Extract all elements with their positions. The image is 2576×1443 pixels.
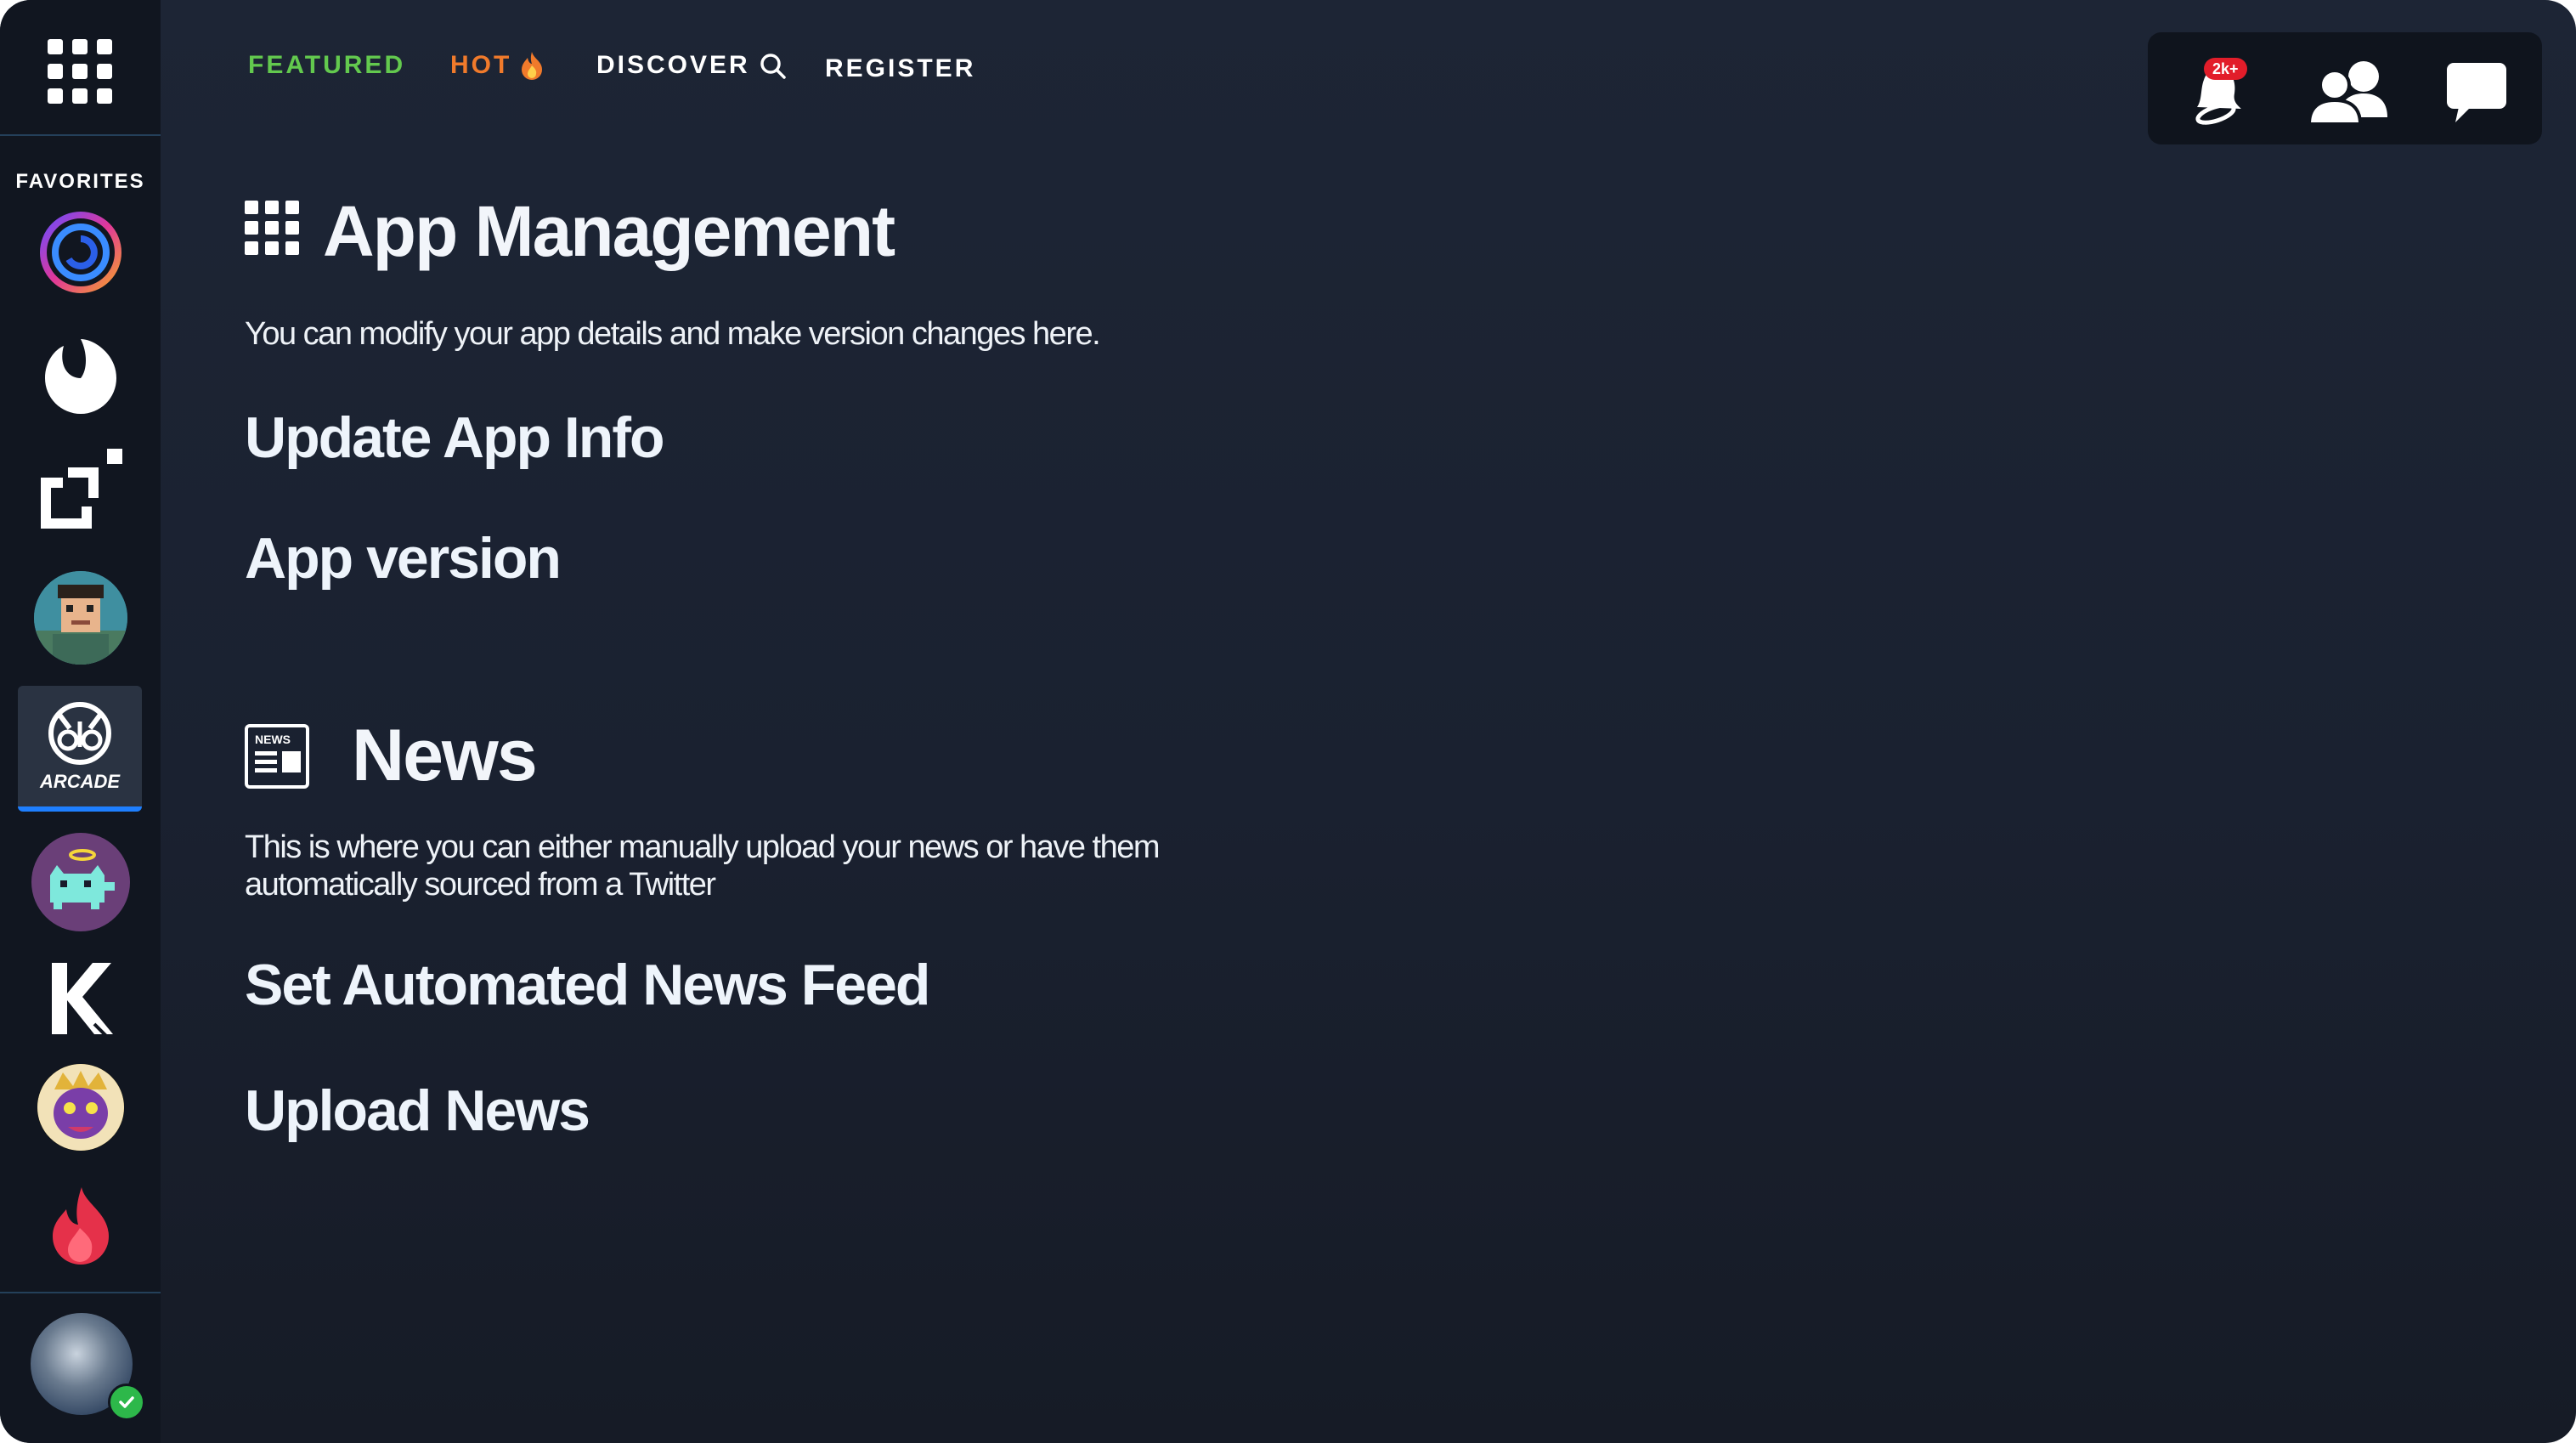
favorite-tiger[interactable] — [37, 1064, 124, 1151]
nav-featured[interactable]: FEATURED — [248, 51, 405, 80]
spiral-app-icon — [40, 212, 121, 293]
flame-app-icon — [53, 1187, 109, 1265]
sidebar: FAVORITES ARCADE — [0, 0, 161, 1443]
favorite-flame-app[interactable] — [34, 1180, 127, 1273]
messages-button[interactable] — [2437, 51, 2522, 127]
news-description-line-2: automatically sourced from a Twitter — [245, 867, 716, 903]
apps-grid-icon[interactable] — [48, 39, 112, 104]
nav-register-label: REGISTER — [825, 54, 976, 82]
chat-bubble-icon — [2447, 63, 2506, 122]
nav-featured-label: FEATURED — [248, 51, 406, 79]
app-management-description: You can modify your app details and make… — [245, 316, 1101, 352]
nav-discover-label: DISCOVER — [596, 51, 750, 79]
app-management-grid-icon — [245, 201, 304, 257]
favorites-label: FAVORITES — [15, 170, 145, 193]
notifications-button[interactable]: 2k+ — [2182, 51, 2267, 127]
friends-icon — [2307, 61, 2387, 126]
arcade-app-icon — [48, 702, 111, 765]
favorite-spiral-app[interactable] — [34, 206, 127, 299]
favorite-pixel-cat[interactable] — [31, 833, 130, 931]
notifications-count-badge: 2k+ — [2204, 58, 2247, 80]
tiger-mask-avatar — [37, 1064, 124, 1151]
nav-hot-label: HOT — [450, 51, 512, 79]
favorite-bracket-app[interactable] — [34, 444, 127, 537]
news-title: News — [352, 715, 538, 796]
bracket-app-icon — [41, 449, 122, 529]
arcade-label: ARCADE — [39, 771, 121, 792]
favorite-pixel-character[interactable] — [34, 571, 127, 665]
app-version-link[interactable]: App version — [245, 525, 562, 591]
news-icon-label: NEWS — [255, 733, 291, 746]
favorite-drop-app[interactable] — [34, 325, 127, 418]
nav-discover[interactable]: DISCOVER — [596, 51, 786, 80]
app-window: FAVORITES ARCADE FEATURED HOT DISCOVER R… — [0, 0, 2576, 1443]
news-icon: NEWS — [245, 724, 309, 789]
top-actions-bar: 2k+ — [2148, 32, 2542, 144]
favorite-arcade-app[interactable]: ARCADE — [18, 686, 142, 812]
online-status-icon — [108, 1384, 145, 1421]
upload-news-link[interactable]: Upload News — [245, 1078, 590, 1144]
app-management-title: App Management — [323, 191, 895, 271]
search-icon — [760, 54, 786, 79]
nav-register[interactable]: REGISTER — [825, 54, 975, 83]
set-automated-news-feed-link[interactable]: Set Automated News Feed — [245, 952, 930, 1018]
news-description-line-1: This is where you can either manually up… — [245, 829, 1161, 865]
update-app-info-link[interactable]: Update App Info — [245, 405, 665, 471]
fire-icon — [522, 52, 543, 80]
sidebar-divider — [0, 134, 161, 136]
friends-button[interactable] — [2302, 51, 2387, 127]
favorite-k-app[interactable] — [34, 952, 127, 1045]
pixel-cat-avatar — [50, 849, 115, 909]
k-logo-app-icon — [52, 963, 113, 1039]
pixel-character-avatar — [34, 571, 127, 665]
sidebar-divider-bottom — [0, 1292, 161, 1293]
nav-hot[interactable]: HOT — [450, 51, 544, 80]
white-drop-app-icon — [45, 339, 116, 414]
